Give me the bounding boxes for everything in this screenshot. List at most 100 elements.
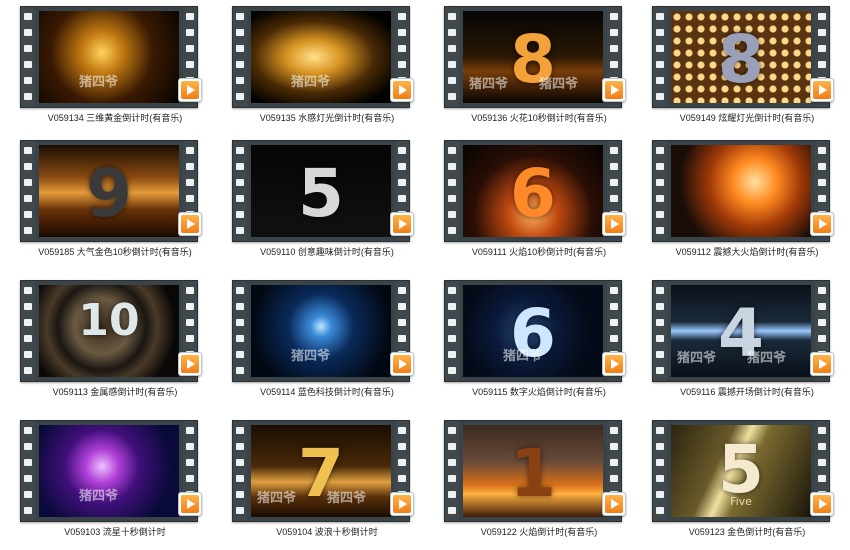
video-caption[interactable]: V059134 三维黄金倒计时(有音乐) <box>20 111 210 124</box>
video-caption[interactable]: V059114 蓝色科技倒计时(有音乐) <box>232 385 422 398</box>
filmstrip-thumbnail[interactable]: 猪四爷 <box>232 280 410 382</box>
video-tile[interactable]: 6 猪四爷 V059115 数字火焰倒计时(有音乐) <box>444 280 644 410</box>
play-icon[interactable] <box>390 78 414 102</box>
video-tile[interactable]: 5 Five V059123 金色倒计时(有音乐) <box>652 420 850 550</box>
film-hole <box>448 29 456 36</box>
film-hole <box>656 29 664 36</box>
filmstrip-thumbnail[interactable] <box>652 140 830 242</box>
filmstrip-thumbnail[interactable]: 5 <box>232 140 410 242</box>
watermark-text: 猪四爷 <box>747 351 787 366</box>
play-icon[interactable] <box>810 352 834 376</box>
video-tile[interactable]: 7 猪四爷 猪四爷 V059104 波浪十秒倒计时 <box>232 420 432 550</box>
filmstrip-thumbnail[interactable]: 猪四爷 <box>232 6 410 108</box>
play-icon[interactable] <box>810 492 834 516</box>
video-caption[interactable]: V059149 炫耀灯光倒计时(有音乐) <box>652 111 842 124</box>
film-hole <box>398 475 406 482</box>
film-hole <box>818 443 826 450</box>
video-caption[interactable]: V059122 火焰倒计时(有音乐) <box>444 525 634 538</box>
play-icon[interactable] <box>810 212 834 236</box>
video-tile[interactable]: 5 V059110 创意趣味倒计时(有音乐) <box>232 140 432 270</box>
play-icon[interactable] <box>602 78 626 102</box>
filmstrip-thumbnail[interactable]: 6 <box>444 140 622 242</box>
film-hole <box>398 335 406 342</box>
film-hole <box>448 61 456 68</box>
film-hole <box>236 227 244 234</box>
film-hole <box>24 163 32 170</box>
video-tile[interactable]: V059112 震撼大火焰倒计时(有音乐) <box>652 140 850 270</box>
video-tile[interactable]: 猪四爷 V059114 蓝色科技倒计时(有音乐) <box>232 280 432 410</box>
video-caption[interactable]: V059104 波浪十秒倒计时 <box>232 525 422 538</box>
video-caption[interactable]: V059115 数字火焰倒计时(有音乐) <box>444 385 634 398</box>
filmstrip-thumbnail[interactable]: 5 Five <box>652 420 830 522</box>
film-hole <box>398 29 406 36</box>
video-tile[interactable]: 8 V059149 炫耀灯光倒计时(有音乐) <box>652 6 850 136</box>
video-tile[interactable]: 9 V059185 大气金色10秒倒计时(有音乐) <box>20 140 220 270</box>
video-caption[interactable]: V059135 水感灯光倒计时(有音乐) <box>232 111 422 124</box>
play-icon-background <box>181 215 199 233</box>
film-hole <box>236 319 244 326</box>
film-hole <box>448 443 456 450</box>
video-tile[interactable]: 8 猪四爷 猪四爷 V059136 火花10秒倒计时(有音乐) <box>444 6 644 136</box>
play-icon[interactable] <box>602 492 626 516</box>
film-hole <box>186 303 194 310</box>
film-hole <box>186 427 194 434</box>
filmstrip-thumbnail[interactable]: 猪四爷 <box>20 420 198 522</box>
play-icon[interactable] <box>178 212 202 236</box>
filmstrip-thumbnail[interactable]: 4 猪四爷 猪四爷 <box>652 280 830 382</box>
video-preview-image: 8 猪四爷 猪四爷 <box>463 11 603 103</box>
film-hole <box>448 367 456 374</box>
filmstrip-thumbnail[interactable]: 8 <box>652 6 830 108</box>
play-icon-background <box>181 495 199 513</box>
play-icon-background <box>813 81 831 99</box>
video-tile[interactable]: 4 猪四爷 猪四爷 V059116 震撼开场倒计时(有音乐) <box>652 280 850 410</box>
video-tile[interactable]: 猪四爷 V059134 三维黄金倒计时(有音乐) <box>20 6 220 136</box>
filmstrip-thumbnail[interactable]: 9 <box>20 140 198 242</box>
video-tile[interactable]: 1 V059122 火焰倒计时(有音乐) <box>444 420 644 550</box>
film-hole <box>398 13 406 20</box>
film-hole <box>448 319 456 326</box>
film-hole <box>448 93 456 100</box>
filmstrip-thumbnail[interactable]: 10 <box>20 280 198 382</box>
video-caption[interactable]: V059116 震撼开场倒计时(有音乐) <box>652 385 842 398</box>
video-preview-image: 5 Five <box>671 425 811 517</box>
film-hole <box>186 443 194 450</box>
video-caption[interactable]: V059110 创意趣味倒计时(有音乐) <box>232 245 422 258</box>
video-tile[interactable]: 10 V059113 金属感倒计时(有音乐) <box>20 280 220 410</box>
video-tile[interactable]: 猪四爷 V059135 水感灯光倒计时(有音乐) <box>232 6 432 136</box>
film-hole <box>656 147 664 154</box>
film-hole <box>24 351 32 358</box>
film-hole <box>610 45 618 52</box>
play-icon[interactable] <box>178 492 202 516</box>
filmstrip-thumbnail[interactable]: 6 猪四爷 <box>444 280 622 382</box>
video-caption[interactable]: V059185 大气金色10秒倒计时(有音乐) <box>20 245 210 258</box>
filmstrip-thumbnail[interactable]: 1 <box>444 420 622 522</box>
film-hole <box>24 443 32 450</box>
filmstrip-thumbnail[interactable]: 猪四爷 <box>20 6 198 108</box>
film-hole <box>24 13 32 20</box>
video-caption[interactable]: V059136 火花10秒倒计时(有音乐) <box>444 111 634 124</box>
play-triangle-icon <box>819 85 827 95</box>
video-caption[interactable]: V059111 火焰10秒倒计时(有音乐) <box>444 245 634 258</box>
video-caption[interactable]: V059112 震撼大火焰倒计时(有音乐) <box>652 245 842 258</box>
video-tile[interactable]: 猪四爷 V059103 流星十秒倒计时 <box>20 420 220 550</box>
film-hole <box>610 287 618 294</box>
play-icon[interactable] <box>602 212 626 236</box>
play-icon[interactable] <box>178 78 202 102</box>
play-icon[interactable] <box>810 78 834 102</box>
video-caption[interactable]: V059113 金属感倒计时(有音乐) <box>20 385 210 398</box>
play-icon[interactable] <box>390 492 414 516</box>
film-hole <box>656 211 664 218</box>
play-icon[interactable] <box>390 352 414 376</box>
play-icon[interactable] <box>178 352 202 376</box>
film-hole <box>656 13 664 20</box>
film-hole <box>24 147 32 154</box>
filmstrip-thumbnail[interactable]: 8 猪四爷 猪四爷 <box>444 6 622 108</box>
play-icon[interactable] <box>602 352 626 376</box>
video-caption[interactable]: V059103 流星十秒倒计时 <box>20 525 210 538</box>
video-tile[interactable]: 6 V059111 火焰10秒倒计时(有音乐) <box>444 140 644 270</box>
film-hole <box>24 61 32 68</box>
play-icon[interactable] <box>390 212 414 236</box>
video-caption[interactable]: V059123 金色倒计时(有音乐) <box>652 525 842 538</box>
filmstrip-thumbnail[interactable]: 7 猪四爷 猪四爷 <box>232 420 410 522</box>
film-hole <box>818 61 826 68</box>
